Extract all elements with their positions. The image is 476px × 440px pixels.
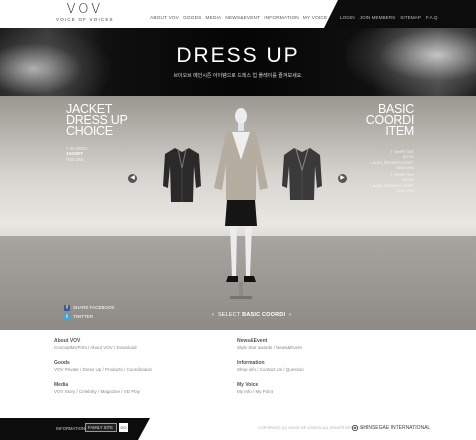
footer-group-my-voice: My Voice My Info / My Point: [237, 382, 273, 395]
share-facebook[interactable]: f SHARE FACEBOOK: [64, 303, 115, 312]
footer-group-title[interactable]: My Voice: [237, 382, 273, 389]
chevron-left-icon: ◀: [130, 175, 135, 181]
coordi-list-item[interactable]: 1985 VNS: [370, 188, 414, 193]
jacket-choice-title: JACKET DRESS UP CHOICE: [66, 103, 128, 138]
top-bar-dark-panel: [324, 0, 476, 28]
footer-group-media: Media VOV Story / Celebrity / Magazine /…: [54, 382, 140, 395]
nav-information[interactable]: INFORMATION: [264, 15, 299, 20]
footer-group-title[interactable]: About VOV: [54, 338, 137, 345]
chevron-right-icon: ▶: [340, 175, 345, 181]
footer-group-news-event: News&Event Style Star awards / News&Even…: [237, 338, 302, 351]
coordi-selector: ‹ SELECT BASIC COORDI ›: [210, 312, 293, 318]
nav-media[interactable]: MEDIA: [206, 15, 222, 20]
footer-group-goods: Goods VOV Private / Dress Up / Products …: [54, 360, 152, 373]
chevron-left-icon[interactable]: ‹: [212, 312, 214, 318]
footer-group-links[interactable]: VOV Private / Dress Up / Products / Coor…: [54, 367, 152, 373]
footer-group-title[interactable]: Information: [237, 360, 304, 367]
jacket-option-left[interactable]: [163, 146, 201, 204]
footer-group-links[interactable]: My Info / My Point: [237, 389, 273, 395]
twitter-icon: t: [64, 313, 70, 320]
select-label: SELECT: [217, 312, 241, 318]
right-title-line: ITEM: [385, 124, 414, 138]
page-subtitle: 브이오브 메인시즌 아이템으로 드레스 업 플레이를 즐겨보세요.: [173, 73, 303, 79]
share-links: f SHARE FACEBOOK t TWITTER: [64, 303, 115, 321]
footer-group-links[interactable]: Shop info / Contact Us / Question: [237, 367, 304, 373]
main-nav: ABOUT VOV GOODS MEDIA NEWS&EVENT INFORMA…: [150, 15, 327, 20]
join-link[interactable]: JOIN MEMBERS: [360, 15, 396, 20]
logo-mark: VOV: [66, 2, 104, 17]
footer-group-about: About VOV ConceptMVPrint / About VOV / D…: [54, 338, 137, 351]
brand-name: SHINSEGAE INTERNATIONAL: [360, 425, 431, 431]
nav-my-voice[interactable]: MY VOICE: [303, 15, 327, 20]
logo[interactable]: VOV VOICE OF VOICES: [56, 3, 114, 23]
brand-logo[interactable]: SHINSEGAE INTERNATIONAL: [352, 425, 430, 431]
footer-group-information: Information Shop info / Contact Us / Que…: [237, 360, 304, 373]
jacket-list: V 03 00321 JACKET VNS 4XX: [66, 146, 87, 162]
top-bar: VOV VOICE OF VOICES ABOUT VOV GOODS MEDI…: [0, 0, 476, 28]
dress-up-stage: JACKET DRESS UP CHOICE V 03 00321 JACKET…: [0, 96, 476, 330]
share-twitter[interactable]: t TWITTER: [64, 312, 115, 321]
mannequin-figure: [214, 108, 268, 299]
chevron-right-icon[interactable]: ›: [289, 312, 291, 318]
footer-group-title[interactable]: News&Event: [237, 338, 302, 345]
nav-about[interactable]: ABOUT VOV: [150, 15, 179, 20]
bottom-bar: INFORMATION FAMILY SITE GO COPYRIGHT (C)…: [0, 418, 476, 440]
share-twitter-label: TWITTER: [73, 314, 93, 319]
footer-group-links[interactable]: VOV Story / Celebrity / Magazine / VD Pl…: [54, 389, 140, 395]
footer-group-links[interactable]: ConceptMVPrint / About VOV / Download: [54, 345, 137, 351]
select-value: BASIC COORDI: [242, 312, 286, 318]
utility-nav: LOGIN JOIN MEMBERS SITEMAP F.A.Q: [340, 15, 438, 20]
family-site-select[interactable]: FAMILY SITE: [85, 423, 117, 432]
jacket-list-item[interactable]: VNS 4XX: [66, 157, 87, 162]
go-button[interactable]: GO: [119, 423, 128, 432]
footer-group-links[interactable]: Style Star awards / News&Event: [237, 345, 302, 351]
family-site-value: FAMILY SITE: [88, 425, 113, 430]
coordi-list: T SHIRT 00X 50 XX LACEL BROKEN SHIRT 198…: [370, 149, 414, 193]
jacket-option-right[interactable]: [282, 146, 322, 202]
share-facebook-label: SHARE FACEBOOK: [73, 305, 115, 310]
information-label: INFORMATION: [56, 426, 85, 431]
logo-subtitle: VOICE OF VOICES: [56, 17, 114, 22]
page-title: DRESS UP: [176, 44, 300, 67]
next-arrow-button[interactable]: ▶: [338, 174, 347, 183]
nav-news-event[interactable]: NEWS&EVENT: [225, 15, 260, 20]
footer-link-groups: About VOV ConceptMVPrint / About VOV / D…: [0, 330, 476, 418]
nav-goods[interactable]: GOODS: [183, 15, 201, 20]
sitemap-link[interactable]: SITEMAP: [400, 15, 421, 20]
login-link[interactable]: LOGIN: [340, 15, 355, 20]
left-title-line: CHOICE: [66, 124, 113, 138]
hero-banner: DRESS UP 브이오브 메인시즌 아이템으로 드레스 업 플레이를 즐겨보세…: [0, 28, 476, 96]
footer-group-title[interactable]: Media: [54, 382, 140, 389]
footer-group-title[interactable]: Goods: [54, 360, 152, 367]
faq-link[interactable]: F.A.Q: [426, 15, 438, 20]
prev-arrow-button[interactable]: ◀: [128, 174, 137, 183]
facebook-icon: f: [64, 304, 70, 311]
shinsegae-logo-icon: [352, 425, 358, 431]
copyright-text: COPYRIGHT (C) VOICE OF VOICES ALL RIGHTS…: [258, 426, 368, 430]
basic-coordi-title: BASIC COORDI ITEM: [366, 103, 415, 138]
